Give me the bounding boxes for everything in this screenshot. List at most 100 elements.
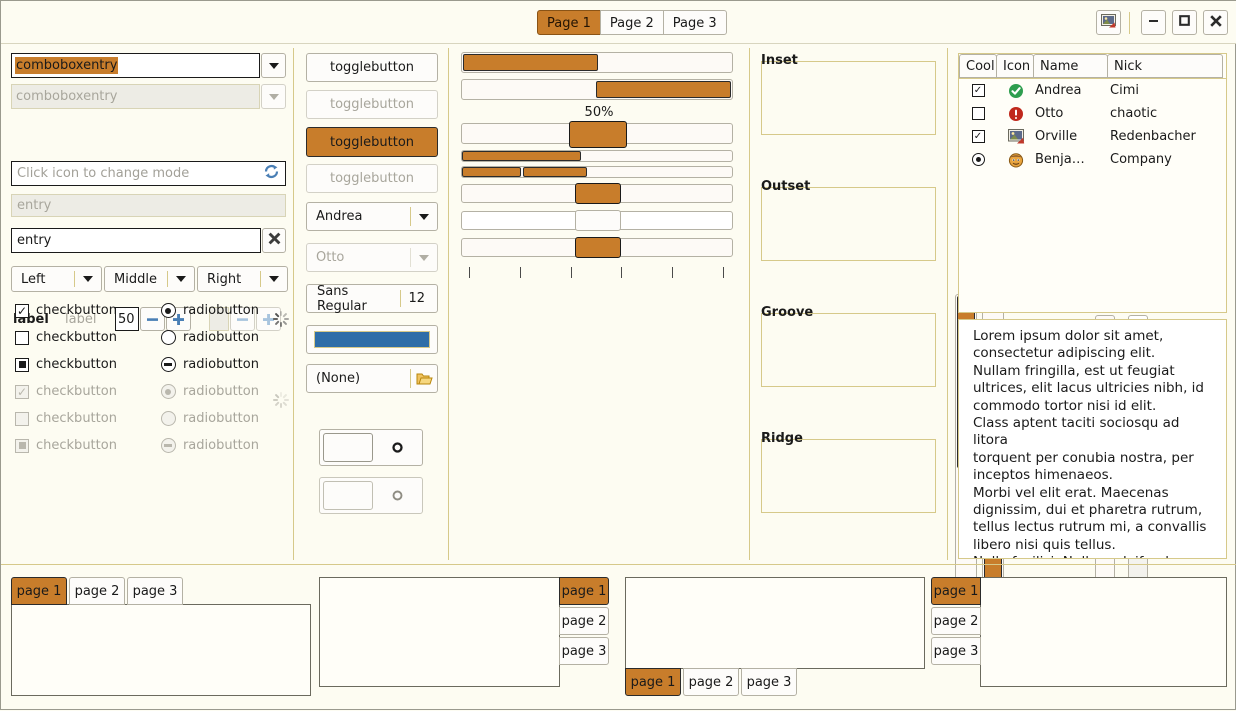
table-row[interactable]: Otto chaotic xyxy=(959,102,1226,125)
color-button[interactable] xyxy=(306,325,438,354)
scale-1-slider[interactable] xyxy=(569,121,627,148)
close-button[interactable] xyxy=(1203,10,1228,35)
treeview-cell-cool[interactable]: ✓ xyxy=(959,84,997,97)
textview-line: libero nisi quis tellus. xyxy=(973,536,1116,553)
frame-inset-box xyxy=(761,61,936,135)
textview[interactable]: Lorem ipsum dolor sit amet, consectetur a… xyxy=(958,319,1227,559)
treeview-cell-cool[interactable] xyxy=(959,153,997,166)
maximize-button[interactable] xyxy=(1172,10,1197,35)
scale-4-with-marks[interactable] xyxy=(461,237,733,258)
combo-left[interactable]: Left xyxy=(11,266,102,292)
notebook-right-tab-2[interactable]: page 2 xyxy=(559,607,609,635)
textview-line: torquent per conubia nostra, per xyxy=(973,449,1194,466)
radiobutton-4-label: radiobutton xyxy=(182,384,259,399)
tick-mark xyxy=(621,267,623,278)
tick-mark xyxy=(570,267,572,278)
combo-middle-arrow[interactable] xyxy=(168,276,194,282)
treeview-cell-nick: Redenbacher xyxy=(1110,129,1196,144)
file-chooser-button[interactable]: (None) xyxy=(306,364,438,393)
togglebutton-4-disabled: togglebutton xyxy=(306,164,438,193)
treeview-cell-name: Otto xyxy=(1035,106,1064,121)
entry-with-icon-placeholder: Click icon to change mode xyxy=(17,166,190,181)
notebook-bottom-tab-3[interactable]: page 3 xyxy=(741,668,797,696)
togglebutton-3-active[interactable]: togglebutton xyxy=(306,127,438,157)
progressbar-2-fill xyxy=(596,81,731,98)
treeview-radio-4[interactable] xyxy=(971,153,985,166)
switch-enabled[interactable] xyxy=(319,429,423,466)
treeview-cell-cool[interactable]: ✓ xyxy=(959,130,997,143)
comboboxentry-active-arrow-button[interactable] xyxy=(261,53,286,78)
notebook-left-tab-3[interactable]: page 3 xyxy=(931,637,981,665)
notebook-left-tab-1[interactable]: page 1 xyxy=(931,577,981,605)
entry-clear-field[interactable]: entry xyxy=(11,228,261,253)
notebook-right-tab-1[interactable]: page 1 xyxy=(559,577,609,605)
treeview-cell-cool[interactable] xyxy=(959,107,997,120)
radiobutton-1[interactable] xyxy=(160,303,176,318)
list-column: Cool Icon Name Nick ✓ Andrea Cimi Otto chaotic ✓… xyxy=(948,44,1236,564)
comboboxentry-active-entry[interactable]: comboboxentry xyxy=(11,53,260,78)
table-row[interactable]: Benja… Company xyxy=(959,148,1226,171)
notebook-left-tabstrip: page 1 page 2 page 3 xyxy=(931,577,981,697)
treeview-cell-name: Benja… xyxy=(1035,152,1085,167)
minimize-button[interactable] xyxy=(1141,10,1166,35)
header-tab-page-3[interactable]: Page 3 xyxy=(662,10,727,35)
refresh-icon[interactable] xyxy=(263,163,280,184)
checkbutton-2[interactable] xyxy=(15,330,29,345)
treeview-column-header-cool[interactable]: Cool xyxy=(959,54,997,78)
combo-left-arrow[interactable] xyxy=(75,276,101,282)
treeview-check-2[interactable] xyxy=(971,107,985,120)
notebook-right-page xyxy=(319,577,560,687)
clear-button[interactable] xyxy=(262,228,286,253)
scale-1[interactable] xyxy=(461,121,733,148)
combo-right-arrow[interactable] xyxy=(261,276,287,282)
entry-with-clear: entry xyxy=(11,228,286,253)
notebook-left-tab-2[interactable]: page 2 xyxy=(931,607,981,635)
treeview-check-3[interactable]: ✓ xyxy=(971,130,985,143)
notebook-top-tab-1[interactable]: page 1 xyxy=(11,577,67,605)
comboboxentry-disabled-entry: comboboxentry xyxy=(11,84,260,109)
textview-line: ultrices, elit lacus ultricies nibh, id xyxy=(973,380,1205,397)
header-tab-page-2[interactable]: Page 2 xyxy=(599,10,664,35)
radiobutton-2[interactable] xyxy=(160,330,176,345)
notebook-right-tab-3[interactable]: page 3 xyxy=(559,637,609,665)
combo-andrea-arrow[interactable] xyxy=(411,213,437,220)
frame-groove-box xyxy=(761,313,936,387)
entry-with-icon[interactable]: Click icon to change mode xyxy=(11,161,286,186)
notebook-top-tab-2[interactable]: page 2 xyxy=(69,577,125,605)
scale-2[interactable] xyxy=(461,183,733,204)
radiobutton-3[interactable] xyxy=(160,357,176,372)
progressbar-thin-2-fill-a xyxy=(462,167,522,177)
checkbutton-3[interactable] xyxy=(15,357,29,372)
scale-4-slider[interactable] xyxy=(575,237,621,258)
scale-3-slider xyxy=(575,210,621,231)
frame-outset: Outset xyxy=(761,179,936,261)
treeview-check-1[interactable]: ✓ xyxy=(971,84,985,97)
combo-right[interactable]: Right xyxy=(197,266,288,292)
notebook-bottom-tabstrip: page 1 page 2 page 3 xyxy=(625,668,925,696)
notebook-bottom-tab-1[interactable]: page 1 xyxy=(625,668,681,696)
treeview-column-header-icon[interactable]: Icon xyxy=(996,54,1034,78)
togglebutton-1[interactable]: togglebutton xyxy=(306,53,438,82)
header-tab-page-1[interactable]: Page 1 xyxy=(537,10,601,35)
combo-andrea[interactable]: Andrea xyxy=(306,202,438,231)
checkbutton-1[interactable]: ✓ xyxy=(15,303,29,318)
comboboxentry-active[interactable]: comboboxentry xyxy=(11,53,286,78)
tick-mark xyxy=(672,267,674,278)
app-icon-button[interactable] xyxy=(1096,10,1121,35)
comboboxentry-disabled: comboboxentry xyxy=(11,84,286,109)
notebook-top-tab-3[interactable]: page 3 xyxy=(127,577,183,605)
table-row[interactable]: ✓ Orville Redenbacher xyxy=(959,125,1226,148)
notebook-bottom-tab-2[interactable]: page 2 xyxy=(683,668,739,696)
minimize-icon xyxy=(1147,14,1160,31)
treeview-column-header-nick[interactable]: Nick xyxy=(1107,54,1223,78)
combo-middle[interactable]: Middle xyxy=(104,266,195,292)
header-separator xyxy=(1129,11,1130,34)
scale-2-slider[interactable] xyxy=(575,183,621,204)
entry-disabled-text: entry xyxy=(17,198,52,213)
font-button[interactable]: Sans Regular 12 xyxy=(306,284,438,314)
table-row[interactable]: ✓ Andrea Cimi xyxy=(959,79,1226,102)
tick-mark xyxy=(519,267,521,278)
treeview-column-header-name[interactable]: Name xyxy=(1033,54,1108,78)
treeview[interactable]: Cool Icon Name Nick ✓ Andrea Cimi Otto chaotic ✓… xyxy=(958,53,1227,313)
notebook-right-tabstrip: page 1 page 2 page 3 xyxy=(559,577,609,697)
